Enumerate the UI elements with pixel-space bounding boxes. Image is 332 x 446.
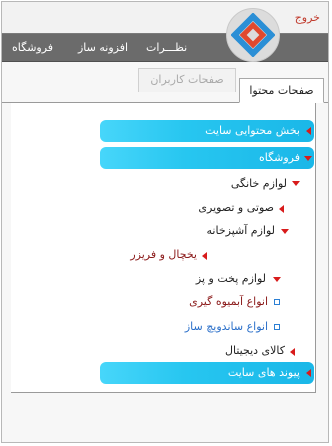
logo-icon xyxy=(231,13,275,57)
menu-bar-site-links-label: پیوند های سایت xyxy=(227,366,300,379)
menu-item-digital[interactable]: کالای دیجیتال xyxy=(225,344,285,357)
expanded-arrow-icon xyxy=(292,181,300,186)
content-panel: بخش محتوایی سایت فروشگاه لوازم خانگی صوت… xyxy=(11,103,316,393)
menu-item-juicers[interactable]: انواع آبمیوه گیری xyxy=(189,295,268,308)
nav-item-plugin-builder[interactable]: افزونه ساز xyxy=(78,41,128,54)
menu-bar-site-content-label: بخش محتوایی سایت xyxy=(205,124,300,137)
expanded-arrow-icon xyxy=(273,277,281,282)
bullet-square-icon xyxy=(274,324,280,330)
logout-link[interactable]: خروج xyxy=(295,11,320,24)
expanded-arrow-icon xyxy=(304,156,312,161)
menu-item-kitchen[interactable]: لوازم آشپزخانه xyxy=(207,224,275,237)
menu-bar-shop-label: فروشگاه xyxy=(258,151,300,164)
nav-item-comments[interactable]: نظـــرات xyxy=(146,41,187,54)
logo xyxy=(226,8,280,62)
collapsed-arrow-icon xyxy=(279,205,284,213)
menu-bar-site-links[interactable]: پیوند های سایت xyxy=(100,362,314,384)
tab-content-pages-label: صفحات محتوا xyxy=(249,84,314,97)
collapsed-arrow-icon xyxy=(306,127,311,135)
menu-item-home-appliances[interactable]: لوازم خانگی xyxy=(231,177,287,190)
expanded-arrow-icon xyxy=(281,229,289,234)
menu-item-sandwich-makers[interactable]: انواع ساندویچ ساز xyxy=(185,320,268,333)
collapsed-arrow-icon xyxy=(202,252,207,260)
menu-item-cooking[interactable]: لوازم پخت و پز xyxy=(196,272,266,285)
collapsed-arrow-icon xyxy=(306,369,311,377)
menu-bar-shop[interactable]: فروشگاه xyxy=(100,147,314,169)
tab-user-pages-label: صفحات کاربران xyxy=(150,73,224,86)
collapsed-arrow-icon xyxy=(290,348,295,356)
menu-item-audio-video[interactable]: صوتی و تصویری xyxy=(198,201,274,214)
tab-content-pages[interactable]: صفحات محتوا xyxy=(239,78,324,103)
tab-user-pages[interactable]: صفحات کاربران xyxy=(138,68,236,92)
menu-bar-site-content[interactable]: بخش محتوایی سایت xyxy=(100,120,314,142)
menu-item-fridge[interactable]: یخچال و فریزر xyxy=(130,248,197,261)
nav-item-shop[interactable]: فروشگاه xyxy=(12,41,53,54)
bullet-square-icon xyxy=(274,299,280,305)
app-window: خروج نظـــرات افزونه ساز فروشگاه صفحات ک… xyxy=(1,1,329,443)
